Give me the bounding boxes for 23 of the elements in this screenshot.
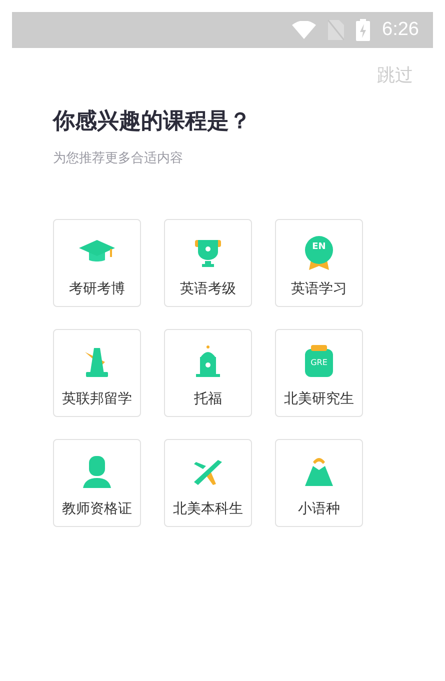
- course-card[interactable]: 小语种: [275, 438, 363, 526]
- course-label: 教师资格证: [62, 502, 132, 516]
- no-sim-icon: [328, 20, 344, 40]
- course-card[interactable]: 托福: [164, 328, 252, 416]
- course-card[interactable]: 考研考博: [53, 218, 141, 306]
- course-card[interactable]: 英语考级: [164, 218, 252, 306]
- course-label: 小语种: [298, 502, 340, 516]
- wifi-icon: [292, 21, 316, 39]
- battery-charging-icon: [356, 19, 370, 41]
- course-card[interactable]: GRE 北美研究生: [275, 328, 363, 416]
- page-subtitle: 为您推荐更多合适内容: [53, 150, 184, 168]
- course-card[interactable]: 教师资格证: [53, 438, 141, 526]
- course-label: 考研考博: [69, 282, 125, 296]
- course-label: 英语学习: [291, 282, 347, 296]
- course-card[interactable]: 英联邦留学: [53, 328, 141, 416]
- course-label: 英联邦留学: [62, 392, 132, 406]
- course-label: 英语考级: [180, 282, 236, 296]
- course-label: 托福: [194, 392, 222, 406]
- course-card[interactable]: EN 英语学习: [275, 218, 363, 306]
- course-label: 北美本科生: [173, 502, 243, 516]
- course-label: 北美研究生: [284, 392, 354, 406]
- course-card[interactable]: 北美本科生: [164, 438, 252, 526]
- page-title: 你感兴趣的课程是？: [53, 111, 252, 133]
